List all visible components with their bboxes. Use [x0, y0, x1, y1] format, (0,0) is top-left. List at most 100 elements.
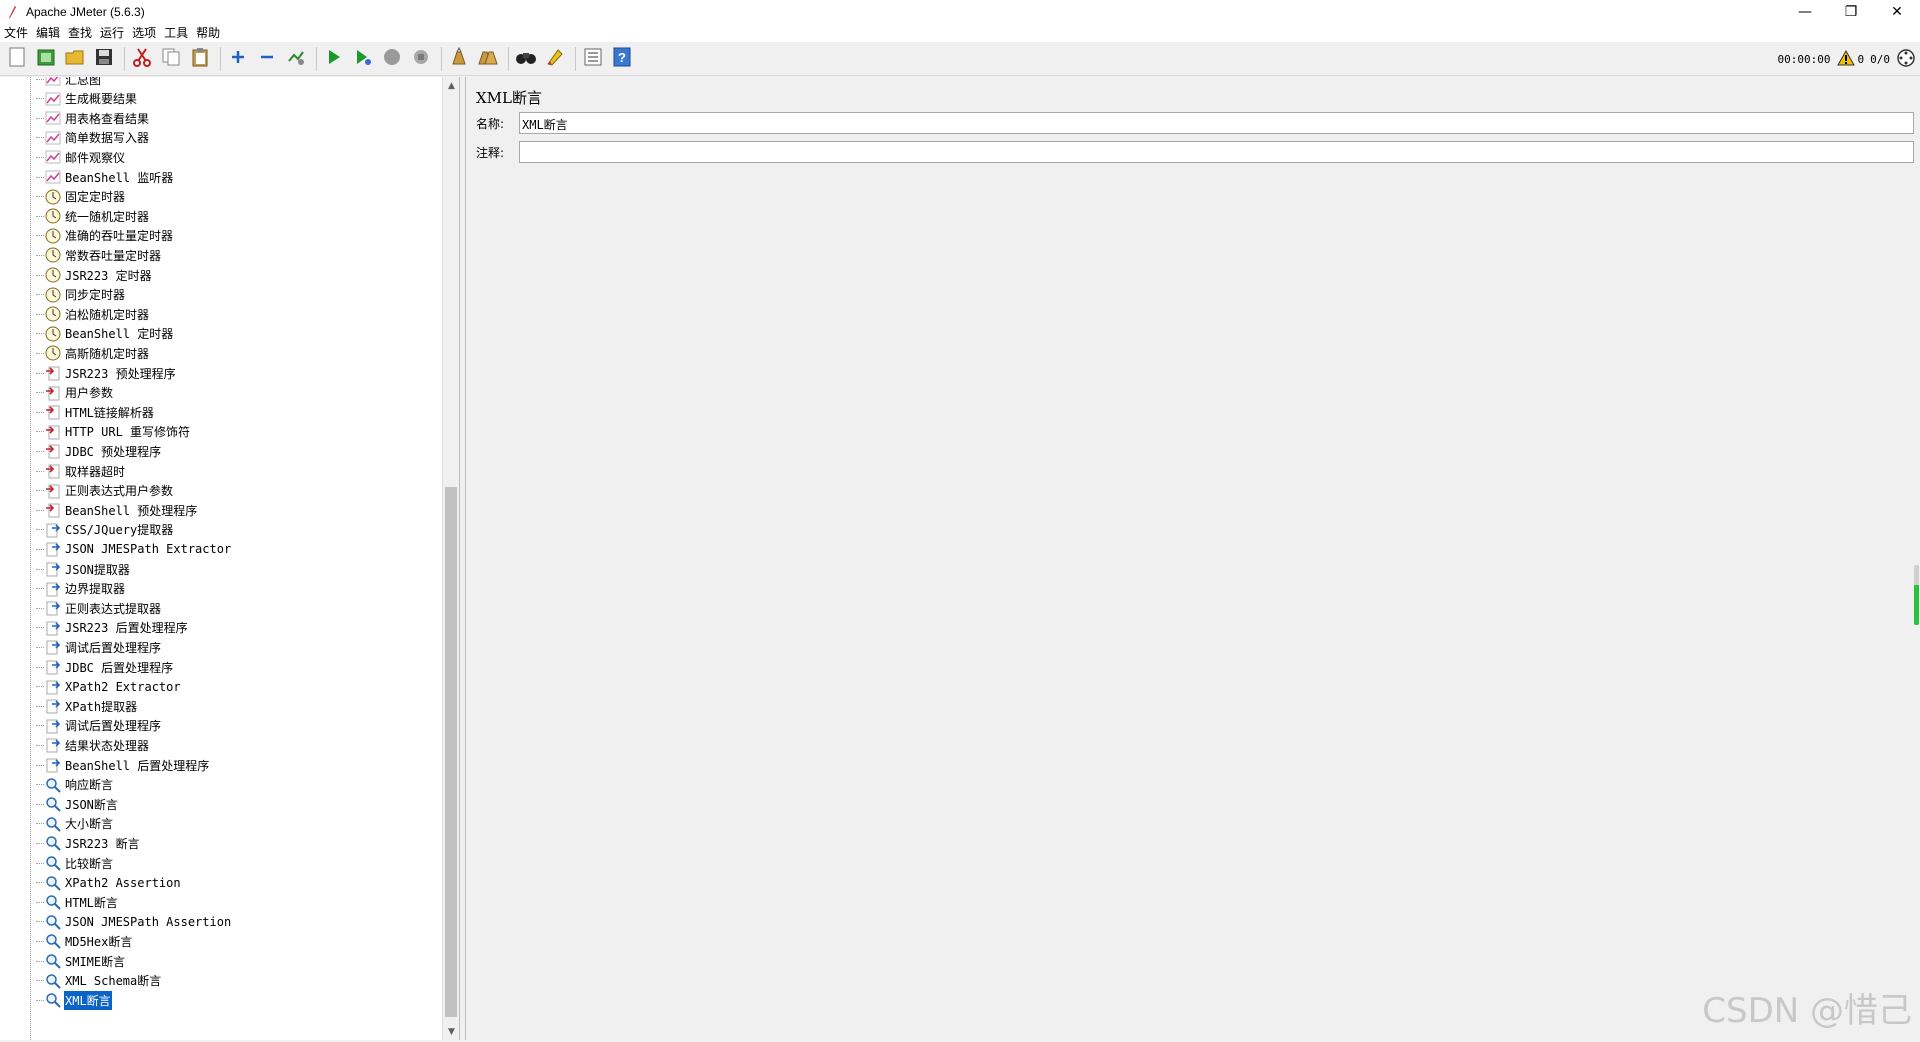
tree-item-label: CSS/JQuery提取器 [65, 523, 174, 538]
tree-item[interactable]: 正则表达式用户参数 [36, 481, 174, 501]
listener-chart-icon [44, 109, 62, 127]
tree-item[interactable]: 比较断言 [36, 853, 114, 873]
tree-item[interactable]: JSON提取器 [36, 559, 131, 579]
menu-help[interactable]: 帮助 [196, 24, 220, 41]
tree-item[interactable]: 正则表达式提取器 [36, 598, 162, 618]
tree-item[interactable]: BeanShell 预处理程序 [36, 500, 198, 520]
comment-field[interactable] [519, 141, 1914, 163]
tree-item[interactable]: 常数吞吐量定时器 [36, 245, 162, 265]
scroll-up-icon[interactable]: ▲ [443, 77, 459, 94]
tree-connector [36, 431, 44, 433]
tree-item[interactable]: XPath提取器 [36, 696, 138, 716]
tree-item[interactable]: CSS/JQuery提取器 [36, 520, 174, 540]
tree-item[interactable]: 同步定时器 [36, 285, 126, 305]
tree-item[interactable]: 结果状态处理器 [36, 735, 150, 755]
tree-item-label: BeanShell 后置处理程序 [65, 758, 210, 773]
start-no-pause-button[interactable] [350, 46, 376, 72]
tree-item[interactable]: 用户参数 [36, 383, 114, 403]
tree-item[interactable]: 泊松随机定时器 [36, 304, 150, 324]
tree-item[interactable]: JDBC 预处理程序 [36, 441, 162, 461]
start-icon [325, 48, 343, 69]
tree-item[interactable]: 边界提取器 [36, 579, 126, 599]
open-button[interactable] [62, 46, 88, 72]
tree-item[interactable]: 响应断言 [36, 775, 114, 795]
expand-button[interactable] [225, 46, 251, 72]
tree-item[interactable]: 调试后置处理程序 [36, 716, 162, 736]
clear-button[interactable] [446, 46, 472, 72]
tree-item[interactable]: MD5Hex断言 [36, 931, 133, 951]
assertion-magnifier-icon [44, 932, 62, 950]
menu-file[interactable]: 文件 [4, 24, 28, 41]
search-icon [515, 48, 537, 69]
menu-tools[interactable]: 工具 [164, 24, 188, 41]
tree-item[interactable]: 用表格查看结果 [36, 108, 150, 128]
minimize-button[interactable]: — [1782, 0, 1828, 23]
tree-item[interactable]: XML Schema断言 [36, 971, 162, 991]
tree-item[interactable]: XML断言 [36, 990, 112, 1010]
tree-item[interactable]: 统一随机定时器 [36, 206, 150, 226]
tree-item[interactable]: BeanShell 监听器 [36, 167, 174, 187]
warning-icon[interactable] [1836, 49, 1855, 69]
tree-item[interactable]: XPath2 Extractor [36, 677, 182, 697]
tree-item[interactable]: 邮件观察仪 [36, 147, 126, 167]
tree-item[interactable]: 调试后置处理程序 [36, 637, 162, 657]
tree-item[interactable]: JSR223 定时器 [36, 265, 153, 285]
cut-button[interactable] [129, 46, 155, 72]
tree-item[interactable]: XPath2 Assertion [36, 873, 182, 893]
tree-item[interactable]: 生成概要结果 [36, 89, 138, 109]
tree-item[interactable]: 汇总图 [36, 77, 102, 89]
templates-button[interactable] [33, 46, 59, 72]
help-button[interactable]: ? [609, 46, 635, 72]
new-button[interactable] [4, 46, 30, 72]
tree-item[interactable]: 大小断言 [36, 814, 114, 834]
search-button[interactable] [513, 46, 539, 72]
tree-item-label: JSON提取器 [65, 562, 130, 577]
toggle-button[interactable] [283, 46, 309, 72]
scroll-down-icon[interactable]: ▼ [443, 1023, 459, 1040]
tree-item[interactable]: JSR223 后置处理程序 [36, 618, 189, 638]
toolbar: ? 00:00:00 0 0/0 [0, 42, 1920, 76]
paste-button[interactable] [187, 46, 213, 72]
tree-item[interactable]: JSON JMESPath Assertion [36, 912, 232, 932]
tree-item[interactable]: 高斯随机定时器 [36, 343, 150, 363]
function-helper-button[interactable] [580, 46, 606, 72]
tree-item[interactable]: 简单数据写入器 [36, 128, 150, 148]
menu-search[interactable]: 查找 [68, 24, 92, 41]
stop-button[interactable] [379, 46, 405, 72]
tree-item[interactable]: JDBC 后置处理程序 [36, 657, 174, 677]
shutdown-button[interactable] [408, 46, 434, 72]
tree-item[interactable]: JSR223 预处理程序 [36, 363, 177, 383]
menu-edit[interactable]: 编辑 [36, 24, 60, 41]
tree-item[interactable]: 准确的吞吐量定时器 [36, 226, 174, 246]
tree-item[interactable]: HTML链接解析器 [36, 402, 155, 422]
clear-all-button[interactable] [475, 46, 501, 72]
tree-item[interactable]: 取样器超时 [36, 461, 126, 481]
tree-item[interactable]: JSON断言 [36, 794, 119, 814]
reset-search-icon [545, 47, 565, 70]
tree-connector [36, 529, 44, 531]
tree-item[interactable]: JSR223 断言 [36, 833, 141, 853]
listener-chart-icon [44, 129, 62, 147]
tree-scrollbar[interactable]: ▲ ▼ [442, 77, 459, 1040]
close-button[interactable]: ✕ [1874, 0, 1920, 23]
tree-connector [36, 705, 44, 707]
postprocessor-arrow-icon [44, 580, 62, 598]
tree-item[interactable]: JSON JMESPath Extractor [36, 539, 232, 559]
menu-run[interactable]: 运行 [100, 24, 124, 41]
collapse-button[interactable] [254, 46, 280, 72]
copy-button[interactable] [158, 46, 184, 72]
tree-item[interactable]: HTTP URL 重写修饰符 [36, 422, 191, 442]
start-button[interactable] [321, 46, 347, 72]
menu-options[interactable]: 选项 [132, 24, 156, 41]
tree-item[interactable]: 固定定时器 [36, 187, 126, 207]
save-button[interactable] [91, 46, 117, 72]
scroll-thumb[interactable] [445, 487, 457, 1017]
tree-item[interactable]: BeanShell 后置处理程序 [36, 755, 210, 775]
restore-button[interactable]: ❐ [1828, 0, 1874, 23]
tree-item[interactable]: SMIME断言 [36, 951, 126, 971]
tree-item-label: JSR223 断言 [65, 836, 140, 851]
name-field[interactable]: XML断言 [519, 112, 1914, 134]
reset-search-button[interactable] [542, 46, 568, 72]
tree-item[interactable]: BeanShell 定时器 [36, 324, 174, 344]
tree-item[interactable]: HTML断言 [36, 892, 119, 912]
